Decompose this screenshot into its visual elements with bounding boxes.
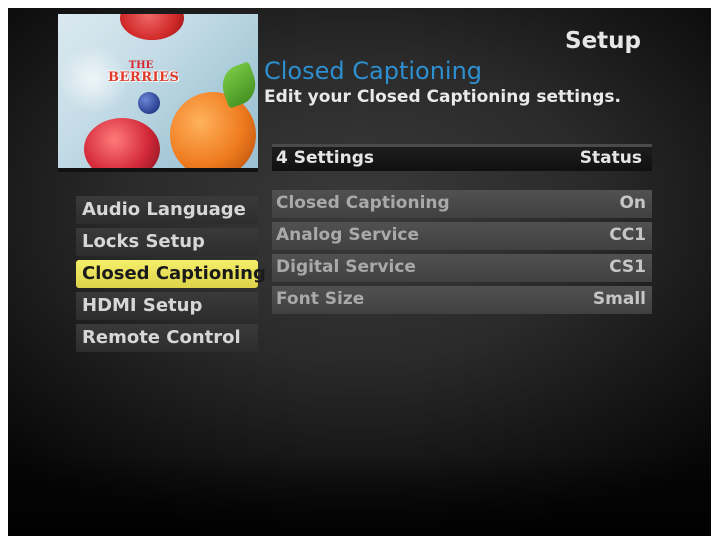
setting-name: Digital Service xyxy=(276,257,416,277)
menu-item-hdmi-setup[interactable]: HDMI Setup xyxy=(76,292,258,320)
setting-name: Analog Service xyxy=(276,225,419,245)
settings-table-header: 4 Settings Status xyxy=(272,144,652,171)
menu-item-remote-control[interactable]: Remote Control xyxy=(76,324,258,352)
page-description: Edit your Closed Captioning settings. xyxy=(264,87,621,107)
show-logo-line2: BERRIES xyxy=(108,70,180,85)
preview-thumbnail: THE BERRIES xyxy=(58,14,258,172)
raspberry-graphic xyxy=(84,118,160,168)
setting-value: CS1 xyxy=(609,257,646,277)
menu-item-locks-setup[interactable]: Locks Setup xyxy=(76,228,258,256)
screen-label: Setup xyxy=(565,28,641,54)
setting-row-closed-captioning[interactable]: Closed Captioning On xyxy=(272,190,652,218)
setting-row-digital-service[interactable]: Digital Service CS1 xyxy=(272,254,652,282)
page-title: Closed Captioning xyxy=(264,57,483,85)
setting-row-analog-service[interactable]: Analog Service CC1 xyxy=(272,222,652,250)
settings-count: 4 Settings xyxy=(276,148,374,168)
settings-list: Closed Captioning On Analog Service CC1 … xyxy=(272,190,652,318)
strawberry-graphic xyxy=(120,14,184,40)
orange-character-graphic xyxy=(170,92,256,168)
show-logo: THE BERRIES xyxy=(108,60,180,85)
setting-name: Closed Captioning xyxy=(276,193,450,213)
setting-value: Small xyxy=(592,289,646,309)
setting-name: Font Size xyxy=(276,289,365,309)
setup-menu: Audio Language Locks Setup Closed Captio… xyxy=(76,196,266,356)
menu-item-closed-captioning[interactable]: Closed Captioning xyxy=(76,260,266,288)
blueberry-graphic xyxy=(138,92,160,114)
setting-value: CC1 xyxy=(609,225,646,245)
menu-item-audio-language[interactable]: Audio Language xyxy=(76,196,258,224)
status-column-header: Status xyxy=(579,148,642,168)
setting-value: On xyxy=(619,193,646,213)
tv-screen: THE BERRIES Setup Closed Captioning Edit… xyxy=(8,8,711,536)
setting-row-font-size[interactable]: Font Size Small xyxy=(272,286,652,314)
